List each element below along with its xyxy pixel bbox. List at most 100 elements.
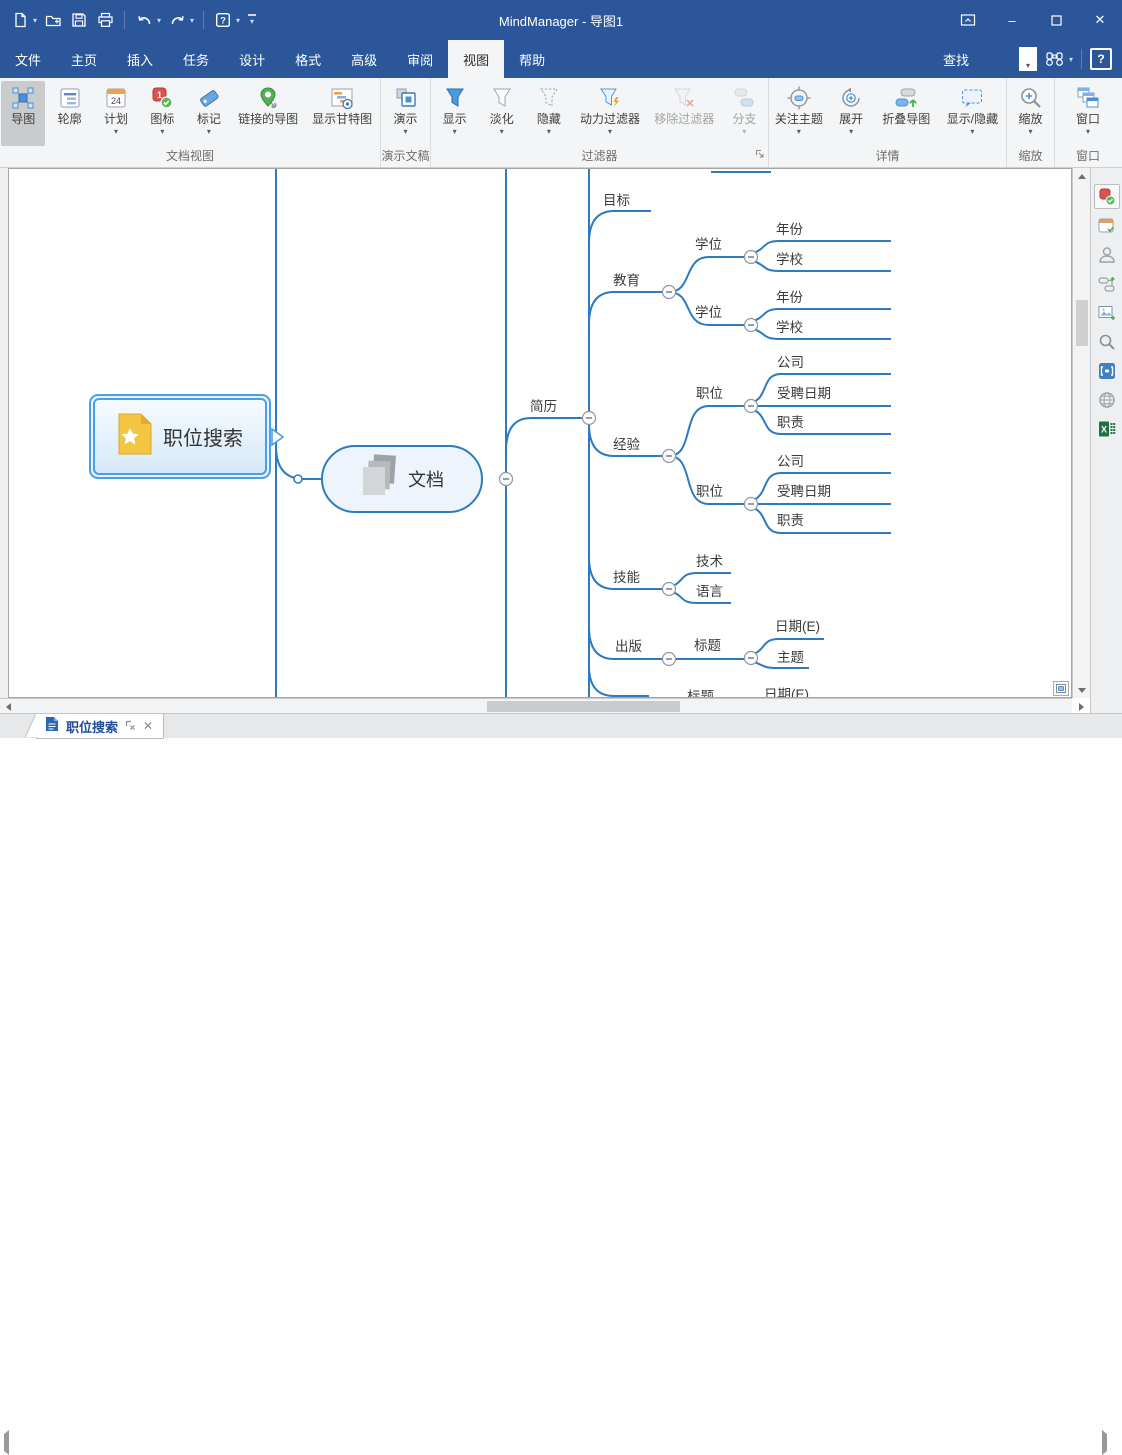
tab-scroll-left-icon[interactable] [4, 1434, 9, 1452]
close-button[interactable]: ✕ [1078, 0, 1122, 40]
topic-title[interactable]: 标题 [687, 685, 714, 698]
tab-format[interactable]: 格式 [280, 40, 336, 78]
customize-qat-icon[interactable]: ▾ [246, 10, 258, 30]
show-filter-button[interactable]: 显示 ▾ [432, 81, 477, 146]
topic-tech[interactable]: 技术 [696, 550, 723, 570]
new-document-caret[interactable]: ▾ [33, 16, 37, 25]
slides-button[interactable]: 演示 ▾ [382, 81, 429, 146]
web-globe-pane-icon[interactable] [1094, 387, 1120, 412]
scroll-down-arrow[interactable] [1073, 682, 1091, 698]
tab-help[interactable]: 帮助 [504, 40, 560, 78]
help-caret[interactable]: ▾ [236, 16, 240, 25]
scroll-right-arrow[interactable] [1074, 700, 1088, 713]
power-filter-button[interactable]: 动力过滤器 ▾ [573, 81, 646, 146]
hide-filter-button[interactable]: 隐藏 ▾ [526, 81, 571, 146]
open-folder-icon[interactable] [43, 10, 63, 30]
topic-degree[interactable]: 学位 [695, 233, 722, 253]
document-tab[interactable]: 职位搜索 ✕ [36, 714, 164, 739]
marker-pane-icon[interactable] [1094, 184, 1120, 209]
outline-view-button[interactable]: 轮廓 [47, 81, 91, 146]
select-pane-icon[interactable] [1094, 358, 1120, 383]
topic-company[interactable]: 公司 [777, 351, 804, 371]
find-caret[interactable]: ▾ [1069, 55, 1073, 64]
topic-publications[interactable]: 出版 [615, 635, 642, 655]
topic-company[interactable]: 公司 [777, 450, 804, 470]
topic-language[interactable]: 语言 [696, 580, 723, 600]
window-button[interactable]: 窗口 ▾ [1064, 81, 1112, 146]
tab-file[interactable]: 文件 [0, 40, 56, 78]
topic-position[interactable]: 职位 [696, 382, 723, 402]
scroll-up-arrow[interactable] [1073, 168, 1091, 184]
fade-filter-button[interactable]: 淡化 ▾ [479, 81, 524, 146]
icons-button[interactable]: 1 图标 ▾ [140, 81, 184, 146]
tab-review[interactable]: 审阅 [392, 40, 448, 78]
undo-caret[interactable]: ▾ [157, 16, 161, 25]
topic-year[interactable]: 年份 [776, 218, 803, 238]
ribbon-display-options-icon[interactable] [946, 0, 990, 40]
topic-hire-date[interactable]: 受聘日期 [777, 480, 831, 500]
help-icon[interactable]: ? [213, 10, 233, 30]
print-icon[interactable] [95, 10, 115, 30]
topic-position[interactable]: 职位 [696, 480, 723, 500]
tab-task[interactable]: 任务 [168, 40, 224, 78]
task-info-pane-icon[interactable] [1094, 213, 1120, 238]
topic-date-e[interactable]: 日期(E) [764, 683, 809, 698]
scroll-left-arrow[interactable] [1, 700, 15, 713]
topic-date-e[interactable]: 日期(E) [775, 615, 820, 635]
binoculars-icon[interactable] [1045, 50, 1064, 68]
expand-button[interactable]: 展开 ▾ [830, 81, 873, 146]
topic-degree[interactable]: 学位 [695, 301, 722, 321]
tab-insert[interactable]: 插入 [112, 40, 168, 78]
linked-maps-button[interactable]: 链接的导图 [233, 81, 303, 146]
help-button[interactable]: ? [1090, 48, 1112, 70]
minimize-button[interactable]: – [990, 0, 1034, 40]
horizontal-scroll-thumb[interactable] [487, 701, 680, 712]
topic-resume[interactable]: 简历 [530, 395, 557, 415]
topic-title[interactable]: 标题 [694, 634, 721, 654]
excel-pane-icon[interactable]: X [1094, 416, 1120, 441]
maximize-button[interactable] [1034, 0, 1078, 40]
focus-topic-button[interactable]: 关注主题 ▾ [770, 81, 828, 146]
topic-education[interactable]: 教育 [613, 269, 640, 289]
tags-button[interactable]: 标记 ▾ [187, 81, 231, 146]
horizontal-scrollbar[interactable] [0, 698, 1072, 713]
map-view-button[interactable]: 导图 [1, 81, 45, 146]
new-document-icon[interactable] [10, 10, 30, 30]
topic-hire-date[interactable]: 受聘日期 [777, 382, 831, 402]
redo-icon[interactable] [167, 10, 187, 30]
schedule-view-button[interactable]: 24 计划 ▾ [94, 81, 138, 146]
topic-subject[interactable]: 主题 [777, 646, 804, 666]
topic-school[interactable]: 学校 [776, 316, 803, 336]
topic-goal[interactable]: 目标 [603, 189, 630, 209]
find-scope-dropdown[interactable]: ▾ [1019, 47, 1037, 71]
vertical-scroll-thumb[interactable] [1076, 300, 1088, 346]
resources-pane-icon[interactable] [1094, 242, 1120, 267]
topic-skills[interactable]: 技能 [613, 566, 640, 586]
search-pane-icon[interactable] [1094, 329, 1120, 354]
collapse-map-button[interactable]: 折叠导图 [875, 81, 938, 146]
tab-scroll-right-icon[interactable] [1102, 1434, 1107, 1452]
topic-school[interactable]: 学校 [776, 248, 803, 268]
map-parts-pane-icon[interactable] [1094, 271, 1120, 296]
tab-design[interactable]: 设计 [224, 40, 280, 78]
central-topic[interactable]: 职位搜索 [89, 394, 271, 479]
map-canvas[interactable]: 职位搜索 文档 目标 年份 学位 学校 教育 年份 学位 学校 公司 职位 受聘… [8, 168, 1072, 698]
tab-close-icon[interactable]: ✕ [143, 719, 153, 733]
topic-duties[interactable]: 职责 [777, 411, 804, 431]
filter-dialog-launcher-icon[interactable] [755, 146, 765, 164]
save-icon[interactable] [69, 10, 89, 30]
image-library-pane-icon[interactable] [1094, 300, 1120, 325]
fit-map-button[interactable] [1053, 681, 1069, 696]
topic-duties[interactable]: 职责 [777, 509, 804, 529]
zoom-button[interactable]: 缩放 ▾ [1008, 81, 1053, 146]
topic-experience[interactable]: 经验 [613, 433, 640, 453]
redo-caret[interactable]: ▾ [190, 16, 194, 25]
find-label[interactable]: 查找 [943, 50, 969, 69]
vertical-scrollbar[interactable] [1072, 168, 1090, 698]
topic-documents[interactable]: 文档 [321, 445, 483, 513]
tab-home[interactable]: 主页 [56, 40, 112, 78]
tab-view[interactable]: 视图 [448, 40, 504, 78]
undo-icon[interactable] [134, 10, 154, 30]
show-hide-button[interactable]: 显示/隐藏 ▾ [940, 81, 1005, 146]
tab-advanced[interactable]: 高级 [336, 40, 392, 78]
